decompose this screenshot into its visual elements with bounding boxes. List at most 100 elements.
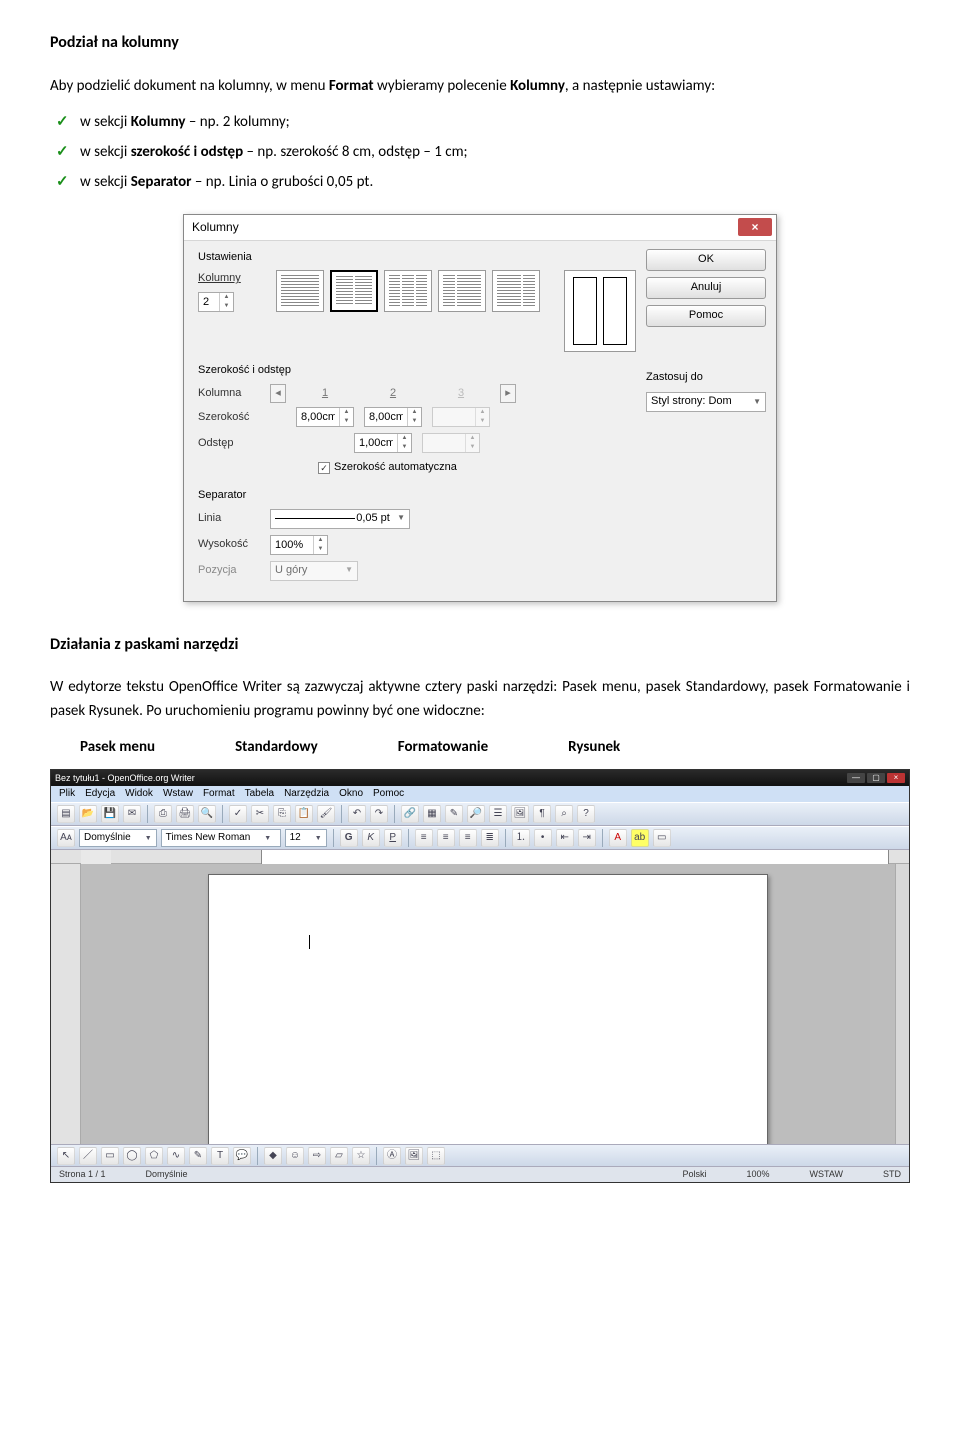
menu-wstaw[interactable]: Wstaw [163,786,193,802]
spin-down-icon[interactable]: ▼ [398,443,411,452]
list-num-icon[interactable]: ⒈ [512,829,530,847]
spin-down-icon[interactable]: ▼ [408,417,421,426]
vertical-scrollbar[interactable] [895,864,909,1144]
fontwork-icon[interactable]: Ⓐ [383,1147,401,1165]
spin-up-icon[interactable]: ▲ [340,408,353,417]
menu-tabela[interactable]: Tabela [245,786,274,802]
spin-up-icon[interactable]: ▲ [408,408,421,417]
menu-narzedzia[interactable]: Narzędzia [284,786,329,802]
bg-color-icon[interactable]: ▭ [653,829,671,847]
basic-shapes-icon[interactable]: ◆ [264,1147,282,1165]
polygon-icon[interactable]: ⬠ [145,1147,163,1165]
show-draw-icon[interactable]: ✎ [445,805,463,823]
menu-widok[interactable]: Widok [125,786,153,802]
width2-input[interactable] [365,408,407,426]
flowchart-icon[interactable]: ▱ [330,1147,348,1165]
paste-icon[interactable]: 📋 [295,805,313,823]
help-button[interactable]: Pomoc [646,305,766,327]
freeform-icon[interactable]: ✎ [189,1147,207,1165]
style-combo[interactable]: Domyślnie▼ [79,829,157,847]
width3-input[interactable] [433,408,475,426]
preset-3col[interactable] [384,270,432,312]
preview-icon[interactable]: 🔍 [198,805,216,823]
print-icon[interactable]: 🖨 [176,805,194,823]
menu-format[interactable]: Format [203,786,235,802]
arrows-icon[interactable]: ⇨ [308,1147,326,1165]
line-dropdown[interactable]: 0,05 pt ▼ [270,509,410,529]
gap1-spinner[interactable]: ▲▼ [354,433,412,453]
size-combo[interactable]: 12▼ [285,829,327,847]
new-doc-icon[interactable]: ▤ [57,805,75,823]
rect-icon[interactable]: ▭ [101,1147,119,1165]
auto-width-checkbox[interactable]: ✓ Szerokość automatyczna [318,459,636,477]
help-icon[interactable]: ? [577,805,595,823]
spell-icon[interactable]: ✓ [229,805,247,823]
undo-icon[interactable]: ↶ [348,805,366,823]
close-button[interactable]: × [738,218,772,236]
table-icon[interactable]: ▦ [423,805,441,823]
gap1-input[interactable] [355,434,397,452]
callout-icon[interactable]: 💬 [233,1147,251,1165]
page-area[interactable] [81,864,895,1144]
gallery-icon[interactable]: 🖼 [511,805,529,823]
font-color-icon[interactable]: A [609,829,627,847]
height-spinner[interactable]: ▲▼ [270,535,328,555]
indent-inc-icon[interactable]: ⇥ [578,829,596,847]
close-icon[interactable]: × [887,773,905,783]
stars-icon[interactable]: ☆ [352,1147,370,1165]
document-page[interactable] [208,874,768,1144]
horizontal-ruler[interactable] [111,850,909,864]
vertical-ruler[interactable] [51,864,81,1144]
gap2-input[interactable] [423,434,465,452]
checkbox-icon[interactable]: ✓ [318,462,330,474]
align-left-icon[interactable]: ≡ [415,829,433,847]
curve-icon[interactable]: ∿ [167,1147,185,1165]
brush-icon[interactable]: 🖌 [317,805,335,823]
align-right-icon[interactable]: ≡ [459,829,477,847]
spin-down-icon[interactable]: ▼ [340,417,353,426]
extrude-icon[interactable]: ⬚ [427,1147,445,1165]
status-insert[interactable]: WSTAW [810,1167,844,1181]
nav-icon[interactable]: ☰ [489,805,507,823]
spin-down-icon[interactable]: ▼ [220,302,233,311]
save-icon[interactable]: 💾 [101,805,119,823]
preset-2col[interactable] [330,270,378,312]
width1-input[interactable] [297,408,339,426]
minimize-icon[interactable]: — [847,773,865,783]
ok-button[interactable]: OK [646,249,766,271]
link-icon[interactable]: 🔗 [401,805,419,823]
text-icon[interactable]: T [211,1147,229,1165]
email-icon[interactable]: ✉ [123,805,141,823]
zoom-icon[interactable]: ⌕ [555,805,573,823]
standard-toolbar[interactable]: ▤ 📂 💾 ✉ ⎙ 🖨 🔍 ✓ ✂ ⎘ 📋 🖌 ↶ ↷ 🔗 ▦ ✎ 🔎 ☰ 🖼 … [51,802,909,826]
styles-icon[interactable]: Aᴀ [57,829,75,847]
width1-spinner[interactable]: ▲▼ [296,407,354,427]
columns-input[interactable] [199,293,219,311]
height-input[interactable] [271,536,313,554]
cancel-button[interactable]: Anuluj [646,277,766,299]
apply-to-dropdown[interactable]: Styl strony: Dom ▼ [646,392,766,412]
menu-pomoc[interactable]: Pomoc [373,786,404,802]
find-icon[interactable]: 🔎 [467,805,485,823]
symbol-shapes-icon[interactable]: ☺ [286,1147,304,1165]
font-combo[interactable]: Times New Roman▼ [161,829,281,847]
arrow-left-icon[interactable]: ◂ [270,384,286,404]
bold-icon[interactable]: G [340,829,358,847]
maximize-icon[interactable]: ▢ [867,773,885,783]
align-justify-icon[interactable]: ≣ [481,829,499,847]
width3-spinner[interactable]: ▲▼ [432,407,490,427]
preset-right-narrow[interactable] [492,270,540,312]
copy-icon[interactable]: ⎘ [273,805,291,823]
width2-spinner[interactable]: ▲▼ [364,407,422,427]
menu-plik[interactable]: Plik [59,786,75,802]
status-zoom[interactable]: 100% [746,1167,769,1181]
indent-dec-icon[interactable]: ⇤ [556,829,574,847]
arrow-right-icon[interactable]: ▸ [500,384,516,404]
columns-spinner[interactable]: ▲▼ [198,292,234,312]
menu-edycja[interactable]: Edycja [85,786,115,802]
spin-up-icon[interactable]: ▲ [398,434,411,443]
from-file-icon[interactable]: 🖼 [405,1147,423,1165]
spin-up-icon[interactable]: ▲ [220,293,233,302]
cut-icon[interactable]: ✂ [251,805,269,823]
list-bullet-icon[interactable]: • [534,829,552,847]
